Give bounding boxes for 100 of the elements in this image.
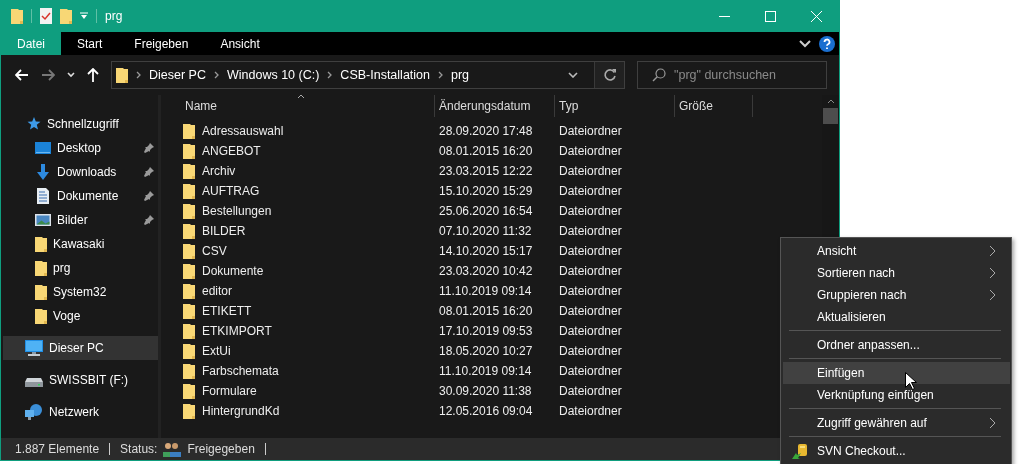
status-value: Freigegeben (187, 442, 255, 456)
date-modified: 17.10.2019 09:53 (439, 324, 533, 338)
file-type: Dateiordner (559, 184, 622, 198)
menu-item[interactable]: Aktualisieren (783, 306, 1010, 328)
address-bar[interactable]: Dieser PC Windows 10 (C:) CSB-Installation prg (111, 61, 625, 89)
sidebar-item[interactable]: Downloads (1, 160, 158, 184)
sidebar-item[interactable]: System32 (1, 280, 158, 304)
column-header[interactable]: Größe (675, 95, 753, 117)
file-name[interactable]: Formulare (202, 384, 257, 398)
menu-item[interactable]: Ordner anpassen... (783, 334, 1010, 356)
folder-icon (183, 183, 195, 199)
menu-item[interactable]: Gruppieren nach (783, 284, 1010, 306)
new-folder-icon (60, 8, 72, 24)
scroll-up-icon[interactable] (826, 99, 835, 104)
file-type: Dateiordner (559, 384, 622, 398)
window-title: prg (105, 9, 123, 23)
chevron-right-icon (136, 71, 141, 79)
mouse-cursor-icon (905, 372, 917, 390)
file-type: Dateiordner (559, 304, 622, 318)
folder-icon (183, 363, 195, 379)
folder-icon (183, 243, 195, 259)
file-name[interactable]: ANGEBOT (202, 144, 261, 158)
column-header[interactable]: Typ (555, 95, 675, 117)
breadcrumb-item[interactable]: CSB-Installation (340, 68, 430, 82)
scrollbar-thumb[interactable] (823, 108, 838, 124)
folder-icon (35, 260, 47, 276)
chevron-down-icon[interactable] (568, 72, 578, 78)
file-type: Dateiordner (559, 364, 622, 378)
menu-item[interactable]: Zugriff gewähren auf (783, 412, 1010, 434)
file-name[interactable]: Dokumente (202, 264, 264, 278)
sidebar-item[interactable]: Kawasaki (1, 232, 158, 256)
file-name[interactable]: editor (202, 284, 233, 298)
file-name[interactable]: ETIKETT (202, 304, 252, 318)
file-name[interactable]: HintergrundKd (202, 404, 280, 418)
date-modified: 08.01.2015 16:20 (439, 144, 533, 158)
breadcrumb-item[interactable]: Windows 10 (C:) (226, 68, 320, 82)
date-modified: 08.01.2015 16:20 (439, 304, 533, 318)
menu-item[interactable]: Verknüpfung einfügen (783, 384, 1010, 406)
file-name[interactable]: Adressauswahl (202, 124, 284, 138)
date-modified: 12.05.2016 09:04 (439, 404, 533, 418)
column-header[interactable]: Änderungsdatum (435, 95, 555, 117)
file-name[interactable]: Archiv (202, 164, 236, 178)
sidebar-item[interactable]: Desktop (1, 136, 158, 160)
folder-icon (35, 236, 47, 252)
file-type: Dateiordner (559, 124, 622, 138)
sidebar-item[interactable]: Dokumente (1, 184, 158, 208)
sidebar-item[interactable]: prg (1, 256, 158, 280)
file-name[interactable]: CSV (202, 244, 227, 258)
ribbon-tab[interactable]: Ansicht (204, 32, 276, 55)
help-icon[interactable] (819, 35, 835, 52)
folder-icon (183, 343, 195, 359)
folder-icon (11, 8, 23, 24)
sidebar-item[interactable]: Netzwerk (1, 400, 158, 424)
file-type: Dateiordner (559, 224, 622, 238)
breadcrumb-item[interactable]: prg (451, 68, 470, 82)
chevron-down-icon[interactable] (67, 72, 75, 78)
sidebar-item[interactable]: Bilder (1, 208, 158, 232)
file-name[interactable]: ETKIMPORT (202, 324, 272, 338)
expand-ribbon-icon[interactable] (799, 39, 811, 48)
menu-item[interactable]: Ansicht (783, 240, 1010, 262)
menu-item[interactable]: Einfügen (783, 362, 1010, 384)
computer-icon (25, 340, 43, 356)
sidebar-item[interactable]: Dieser PC (3, 336, 158, 360)
breadcrumb-item[interactable]: Dieser PC (149, 68, 206, 82)
sidebar-item[interactable]: Schnellzugriff (1, 112, 158, 136)
file-type: Dateiordner (559, 324, 622, 338)
file-name[interactable]: AUFTRAG (202, 184, 260, 198)
network-icon (25, 404, 43, 420)
folder-icon (183, 383, 195, 399)
menu-item[interactable]: SVN Checkout... (783, 440, 1010, 462)
folder-icon (183, 163, 195, 179)
date-modified: 28.09.2020 17:48 (439, 124, 533, 138)
maximize-icon (764, 10, 776, 22)
search-box[interactable]: "prg" durchsuchen (637, 61, 827, 89)
file-name[interactable]: ExtUi (202, 344, 231, 358)
folder-icon (183, 123, 195, 139)
ribbon-tab[interactable]: Freigeben (118, 32, 205, 55)
menu-item[interactable]: Sortieren nach (783, 262, 1010, 284)
sidebar-item[interactable]: SWISSBIT (F:) (1, 368, 158, 392)
date-modified: 11.10.2019 09:14 (439, 284, 532, 298)
date-modified: 11.10.2019 09:14 (439, 364, 532, 378)
column-header[interactable]: Name (181, 95, 435, 117)
file-name[interactable]: Farbschemata (202, 364, 279, 378)
properties-icon[interactable] (40, 8, 52, 24)
date-modified: 23.03.2020 10:42 (439, 264, 533, 278)
search-input[interactable]: "prg" durchsuchen (674, 68, 824, 82)
chevron-right-icon (438, 71, 443, 79)
sidebar-item[interactable]: Voge (1, 304, 158, 328)
file-name[interactable]: BILDER (202, 224, 246, 238)
dropdown-icon[interactable] (80, 12, 88, 20)
ribbon-tab[interactable]: Start (61, 32, 119, 55)
up-arrow-icon[interactable] (87, 68, 99, 82)
folder-icon (183, 203, 195, 219)
file-name[interactable]: Bestellungen (202, 204, 272, 218)
date-modified: 15.10.2020 15:29 (439, 184, 533, 198)
folder-icon (183, 283, 195, 299)
forward-arrow-icon[interactable] (41, 69, 55, 81)
back-arrow-icon[interactable] (15, 69, 29, 81)
refresh-button[interactable] (594, 62, 624, 88)
folder-icon (35, 308, 47, 324)
